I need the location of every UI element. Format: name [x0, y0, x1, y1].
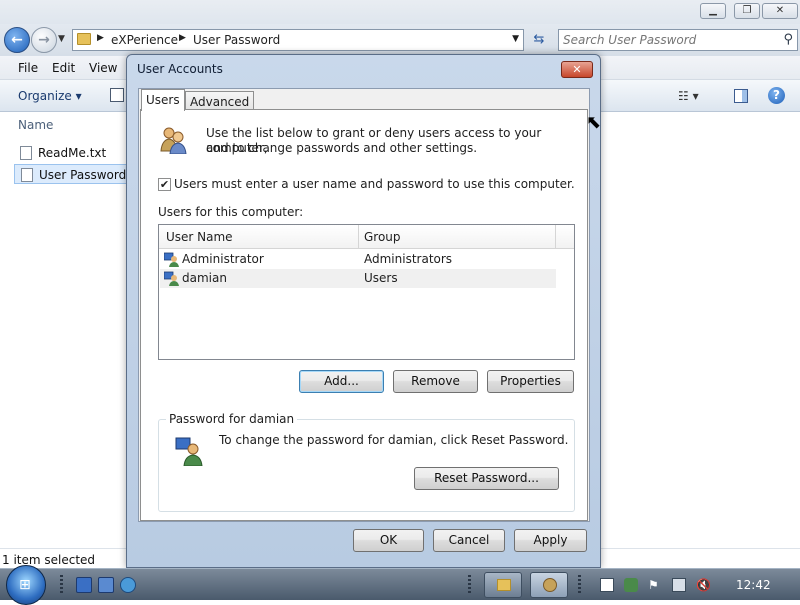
- search-icon[interactable]: ⚲: [783, 32, 793, 47]
- users-icon: [543, 578, 557, 592]
- taskbar-grip[interactable]: [60, 575, 63, 595]
- minimize-button[interactable]: ▁: [700, 3, 726, 19]
- help-icon[interactable]: ?: [768, 87, 785, 104]
- file-name: ReadMe.txt: [38, 146, 107, 160]
- users-icon: [160, 127, 187, 154]
- apply-button[interactable]: Apply: [514, 529, 587, 552]
- refresh-icon[interactable]: ⇆: [528, 29, 550, 51]
- taskbar-explorer-button[interactable]: [484, 572, 522, 598]
- dialog-body: Users Advanced Use the list below to gra…: [138, 88, 590, 522]
- dialog-title: User Accounts: [137, 62, 223, 76]
- reset-password-button[interactable]: Reset Password...: [414, 467, 559, 490]
- menu-file[interactable]: File: [18, 61, 38, 75]
- status-text: 1 item selected: [2, 553, 96, 567]
- user-icon: [164, 271, 179, 286]
- tab-advanced[interactable]: Advanced: [185, 91, 255, 111]
- back-button[interactable]: ←: [4, 27, 30, 53]
- maximize-button[interactable]: ❐: [734, 3, 760, 19]
- column-header-user-name[interactable]: User Name: [166, 230, 233, 244]
- column-separator[interactable]: [555, 225, 556, 249]
- user-name-cell: damian: [182, 271, 227, 285]
- search-box[interactable]: ⚲: [558, 29, 798, 51]
- address-row: ← → ▼ ▶ eXPerience ▶ User Password ▼ ⇆ ⚲: [0, 24, 800, 56]
- show-desktop-icon[interactable]: [76, 577, 92, 593]
- user-icon: [164, 252, 179, 267]
- action-center-flag-icon[interactable]: ⚑: [648, 578, 662, 592]
- taskbar-grip[interactable]: [468, 575, 471, 595]
- address-bar[interactable]: ▶ eXPerience ▶ User Password ▼: [72, 29, 524, 51]
- users-list-label: Users for this computer:: [158, 205, 304, 219]
- volume-muted-icon[interactable]: 🔇: [696, 578, 711, 592]
- password-help-text: To change the password for damian, click…: [219, 433, 569, 447]
- text-file-icon: [20, 146, 32, 160]
- password-groupbox-label: Password for damian: [166, 412, 298, 426]
- user-accounts-dialog: User Accounts ✕ Users Advanced Use the l…: [126, 54, 601, 568]
- recent-pages-dropdown[interactable]: ▼: [58, 34, 65, 44]
- file-item[interactable]: User Password.b: [14, 164, 138, 184]
- breadcrumb-experience[interactable]: eXPerience: [111, 33, 178, 47]
- settings-file-icon: [21, 168, 33, 182]
- properties-button[interactable]: Properties: [487, 370, 574, 393]
- search-input[interactable]: [563, 32, 773, 48]
- switch-windows-icon[interactable]: [98, 577, 114, 593]
- remove-user-button[interactable]: Remove: [393, 370, 478, 393]
- menu-edit[interactable]: Edit: [52, 61, 75, 75]
- group-cell: Administrators: [364, 252, 453, 266]
- network-icon[interactable]: [672, 578, 686, 592]
- file-name: User Password.b: [39, 168, 138, 182]
- internet-explorer-icon[interactable]: [120, 577, 136, 593]
- windows-logo-icon: ⊞: [19, 577, 31, 593]
- file-item[interactable]: ReadMe.txt: [14, 143, 128, 163]
- users-list[interactable]: User Name Group Administrator Administra…: [158, 224, 575, 360]
- column-header-group[interactable]: Group: [364, 230, 401, 244]
- require-password-checkbox[interactable]: ✔: [158, 178, 171, 191]
- menu-view[interactable]: View: [89, 61, 117, 75]
- intro-text-line2: and to change passwords and other settin…: [206, 141, 478, 155]
- document-tray-icon[interactable]: [600, 578, 614, 592]
- forward-arrow-icon: →: [38, 32, 50, 48]
- breadcrumb-user-password[interactable]: User Password: [193, 33, 280, 47]
- add-user-button[interactable]: Add...: [299, 370, 384, 393]
- folder-icon: [497, 579, 511, 591]
- ok-button[interactable]: OK: [353, 529, 424, 552]
- users-tab-panel: Use the list below to grant or deny user…: [140, 109, 588, 521]
- forward-button[interactable]: →: [31, 27, 57, 53]
- taskbar: ⊞ ⚑ 🔇 12:42: [0, 565, 800, 605]
- tab-users[interactable]: Users: [141, 89, 185, 111]
- back-arrow-icon: ←: [11, 32, 23, 48]
- mouse-cursor-icon: ⬉: [586, 112, 602, 133]
- security-shield-icon[interactable]: [624, 578, 638, 592]
- views-button[interactable]: ☷ ▾: [678, 89, 699, 103]
- clock[interactable]: 12:42: [736, 578, 771, 592]
- start-button[interactable]: ⊞: [6, 565, 46, 605]
- user-name-cell: Administrator: [182, 252, 264, 266]
- table-row[interactable]: damian Users: [160, 269, 556, 288]
- taskbar-user-accounts-button[interactable]: [530, 572, 568, 598]
- address-dropdown-icon[interactable]: ▼: [512, 34, 519, 44]
- taskbar-grip[interactable]: [578, 575, 581, 595]
- folder-icon: [77, 33, 91, 45]
- organize-button[interactable]: Organize ▾: [18, 89, 82, 103]
- group-cell: Users: [364, 271, 398, 285]
- column-header-name[interactable]: Name: [18, 118, 53, 132]
- breadcrumb-arrow-icon[interactable]: ▶: [179, 33, 186, 43]
- table-row[interactable]: Administrator Administrators: [160, 250, 556, 269]
- dialog-close-button[interactable]: ✕: [561, 61, 593, 78]
- cancel-button[interactable]: Cancel: [433, 529, 505, 552]
- properties-icon[interactable]: [110, 88, 124, 102]
- column-separator[interactable]: [358, 225, 359, 249]
- close-button[interactable]: ✕: [762, 3, 798, 19]
- preview-pane-icon[interactable]: [734, 89, 748, 103]
- explorer-titlebar: ▁ ❐ ✕: [0, 0, 800, 24]
- require-password-label[interactable]: Users must enter a user name and passwor…: [174, 177, 575, 192]
- users-list-header: User Name Group: [159, 225, 574, 249]
- user-password-icon: [175, 437, 203, 466]
- breadcrumb-arrow-icon[interactable]: ▶: [97, 33, 104, 43]
